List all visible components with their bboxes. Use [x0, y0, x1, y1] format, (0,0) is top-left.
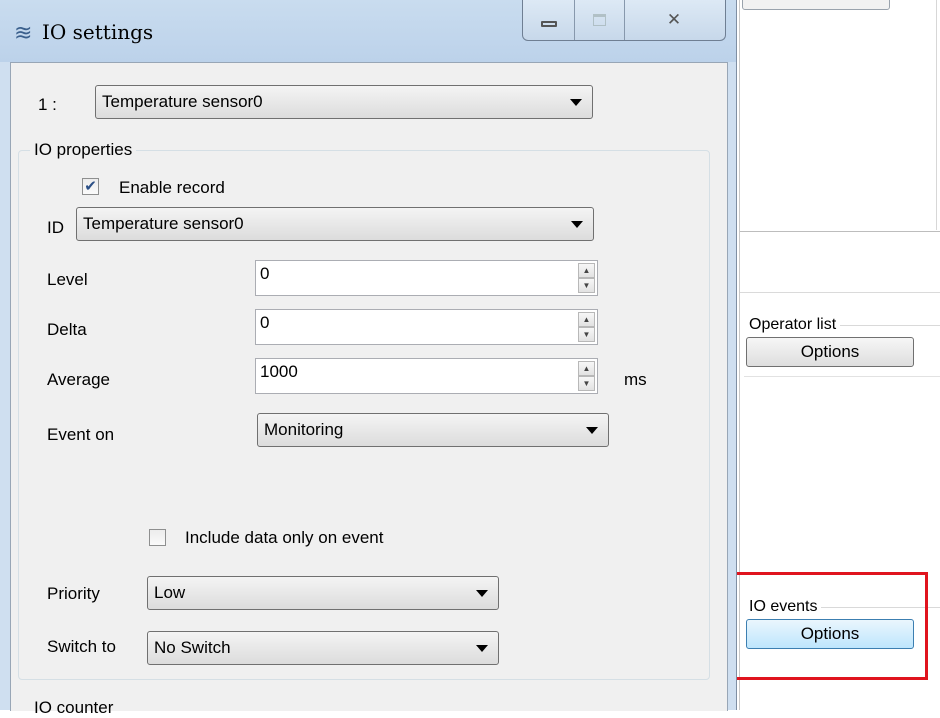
- level-value: 0: [260, 264, 270, 283]
- average-unit: ms: [624, 370, 647, 389]
- id-value: Temperature sensor0: [83, 214, 244, 233]
- id-label: ID: [47, 218, 64, 237]
- id-dropdown[interactable]: Temperature sensor0: [76, 207, 594, 241]
- io-selector-value: Temperature sensor0: [102, 92, 263, 111]
- average-label: Average: [47, 370, 111, 389]
- priority-dropdown[interactable]: Low: [147, 576, 499, 610]
- event-on-dropdown[interactable]: Monitoring: [257, 413, 609, 447]
- chevron-down-icon: [476, 644, 488, 652]
- dialog-title: IO settings: [42, 20, 154, 44]
- maximize-button: [575, 0, 625, 40]
- minimize-button[interactable]: [523, 0, 575, 40]
- background-top-button[interactable]: [742, 0, 890, 10]
- enable-record-checkbox[interactable]: ✔: [82, 178, 99, 195]
- event-on-label: Event on: [47, 425, 115, 444]
- delta-label: Delta: [47, 320, 87, 339]
- switch-to-value: No Switch: [154, 638, 231, 657]
- operator-list-legend: Operator list: [749, 316, 841, 334]
- panel-divider: [740, 231, 940, 232]
- operator-list-options-button[interactable]: Options: [746, 337, 914, 367]
- maximize-icon: [593, 14, 606, 26]
- spin-down-icon[interactable]: ▼: [578, 327, 595, 342]
- priority-label: Priority: [47, 584, 100, 603]
- io-events-highlight: [728, 572, 928, 680]
- average-value: 1000: [260, 362, 298, 381]
- include-data-label: Include data only on event: [185, 528, 384, 547]
- spin-up-icon[interactable]: ▲: [578, 263, 595, 278]
- event-on-value: Monitoring: [264, 420, 344, 439]
- panel-divider: [936, 0, 937, 230]
- average-spinner[interactable]: 1000 ▲ ▼: [255, 358, 598, 394]
- priority-value: Low: [154, 583, 186, 602]
- delta-spinner[interactable]: 0 ▲ ▼: [255, 309, 598, 345]
- include-data-checkbox[interactable]: [149, 529, 166, 546]
- spin-up-icon[interactable]: ▲: [578, 361, 595, 376]
- chevron-down-icon: [476, 589, 488, 597]
- io-properties-legend: IO properties: [30, 140, 137, 160]
- enable-record-label: Enable record: [119, 178, 225, 197]
- minimize-icon: [540, 21, 557, 27]
- switch-to-label: Switch to: [47, 637, 116, 656]
- io-counter-legend: IO counter: [34, 698, 114, 717]
- panel-divider: [740, 292, 940, 293]
- level-label: Level: [47, 270, 88, 289]
- window-controls: ✕: [522, 0, 726, 41]
- delta-value: 0: [260, 313, 270, 332]
- spin-up-icon[interactable]: ▲: [578, 312, 595, 327]
- selector-prefix: 1 :: [38, 95, 57, 114]
- chevron-down-icon: [570, 98, 582, 106]
- io-selector-dropdown[interactable]: Temperature sensor0: [95, 85, 593, 119]
- checkmark-icon: ✔: [84, 178, 97, 195]
- close-icon: ✕: [666, 10, 682, 29]
- spin-down-icon[interactable]: ▼: [578, 376, 595, 391]
- spin-down-icon[interactable]: ▼: [578, 278, 595, 293]
- operator-list-group: Operator list Options: [744, 316, 940, 377]
- chevron-down-icon: [586, 426, 598, 434]
- close-button[interactable]: ✕: [625, 0, 723, 40]
- io-settings-dialog: ≋ IO settings ✕ 1 : Temperature sensor0 …: [0, 0, 737, 717]
- dialog-titlebar[interactable]: ≋ IO settings ✕: [0, 0, 736, 62]
- level-spinner[interactable]: 0 ▲ ▼: [255, 260, 598, 296]
- wavy-lines-icon: ≋: [14, 20, 33, 45]
- switch-to-dropdown[interactable]: No Switch: [147, 631, 499, 665]
- chevron-down-icon: [571, 220, 583, 228]
